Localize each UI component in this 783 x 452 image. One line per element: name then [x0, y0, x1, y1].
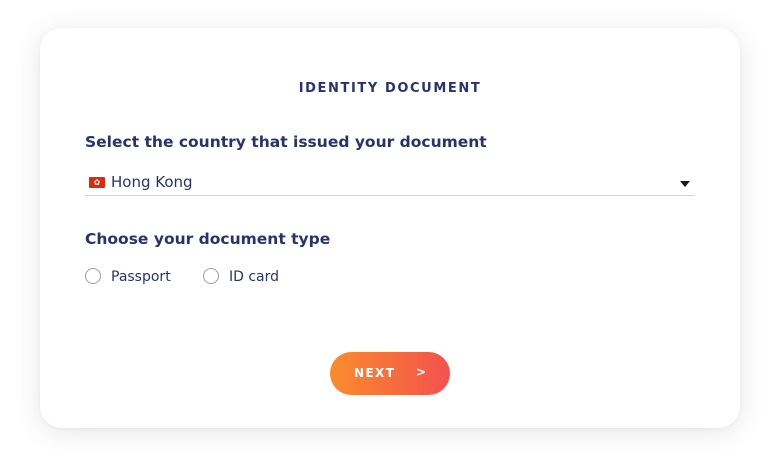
country-select[interactable]: ✿ Hong Kong	[85, 171, 695, 196]
identity-document-card: IDENTITY DOCUMENT Select the country tha…	[40, 28, 740, 428]
country-select-value: Hong Kong	[111, 173, 193, 191]
passport-radio[interactable]	[85, 268, 101, 284]
hong-kong-flag-icon: ✿	[89, 177, 105, 188]
id-card-radio[interactable]	[203, 268, 219, 284]
next-button[interactable]: NEXT >	[330, 352, 450, 395]
country-select-label: Select the country that issued your docu…	[85, 133, 487, 151]
caret-down-icon[interactable]	[680, 181, 690, 187]
passport-radio-label[interactable]: Passport	[111, 269, 171, 285]
page-title: IDENTITY DOCUMENT	[298, 81, 482, 96]
next-button-label: NEXT	[354, 366, 396, 380]
document-type-label: Choose your document type	[85, 230, 331, 248]
chevron-right-icon: >	[416, 365, 427, 379]
id-card-radio-label[interactable]: ID card	[229, 269, 279, 285]
